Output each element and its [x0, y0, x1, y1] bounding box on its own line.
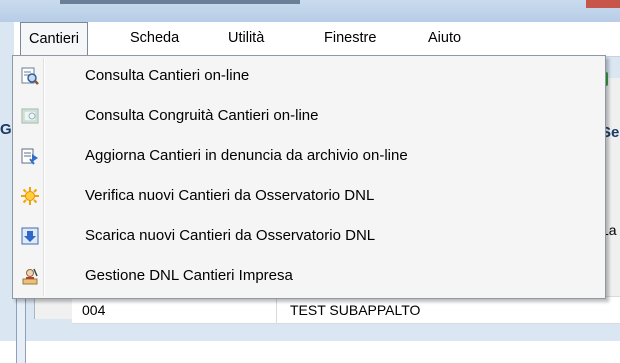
update-icon	[21, 147, 39, 165]
cell-divider	[276, 297, 277, 323]
menu-item-scarica-nuovi[interactable]: Scarica nuovi Cantieri da Osservatorio D…	[15, 220, 603, 252]
window-title-strip	[0, 0, 620, 22]
menu-aiuto[interactable]: Aiuto	[420, 22, 469, 55]
menu-item-aggiorna-cantieri[interactable]: Aggiorna Cantieri in denuncia da archivi…	[15, 140, 603, 172]
background-heading-fragment: G	[0, 121, 12, 138]
menu-item-label: Consulta Cantieri on-line	[85, 67, 250, 84]
table-row[interactable]: 004 TEST SUBAPPALTO	[72, 296, 620, 324]
consult-icon	[21, 67, 39, 85]
sun-icon	[21, 187, 39, 205]
menu-item-label: Scarica nuovi Cantieri da Osservatorio D…	[85, 227, 376, 244]
menu-scheda[interactable]: Scheda	[122, 22, 187, 55]
cantieri-dropdown-menu: Consulta Cantieri on-line Consulta Congr…	[12, 55, 606, 299]
download-icon	[21, 227, 39, 245]
congruity-icon	[21, 107, 39, 125]
menu-bar: Cantieri Scheda Utilità Finestre Aiuto	[14, 22, 620, 57]
menu-finestre[interactable]: Finestre	[316, 22, 384, 55]
close-button[interactable]	[586, 0, 620, 8]
menu-item-label: Gestione DNL Cantieri Impresa	[85, 267, 293, 284]
title-bar-fragment	[60, 0, 300, 4]
menu-item-verifica-nuovi[interactable]: Verifica nuovi Cantieri da Osservatorio …	[15, 180, 603, 212]
row-code: 004	[82, 302, 106, 318]
manage-icon	[21, 267, 39, 285]
row-name: TEST SUBAPPALTO	[290, 302, 421, 318]
menu-item-consulta-congruita[interactable]: Consulta Congruità Cantieri on-line	[15, 100, 603, 132]
menu-item-consulta-cantieri[interactable]: Consulta Cantieri on-line	[15, 60, 603, 92]
menu-item-label: Consulta Congruità Cantieri on-line	[85, 107, 319, 124]
menu-item-label: Aggiorna Cantieri in denuncia da archivi…	[85, 147, 408, 164]
menu-item-label: Verifica nuovi Cantieri da Osservatorio …	[85, 187, 375, 204]
menu-utilita[interactable]: Utilità	[220, 22, 272, 55]
menu-cantieri[interactable]: Cantieri	[20, 22, 88, 57]
menu-item-gestione-dnl[interactable]: Gestione DNL Cantieri Impresa	[15, 260, 603, 292]
